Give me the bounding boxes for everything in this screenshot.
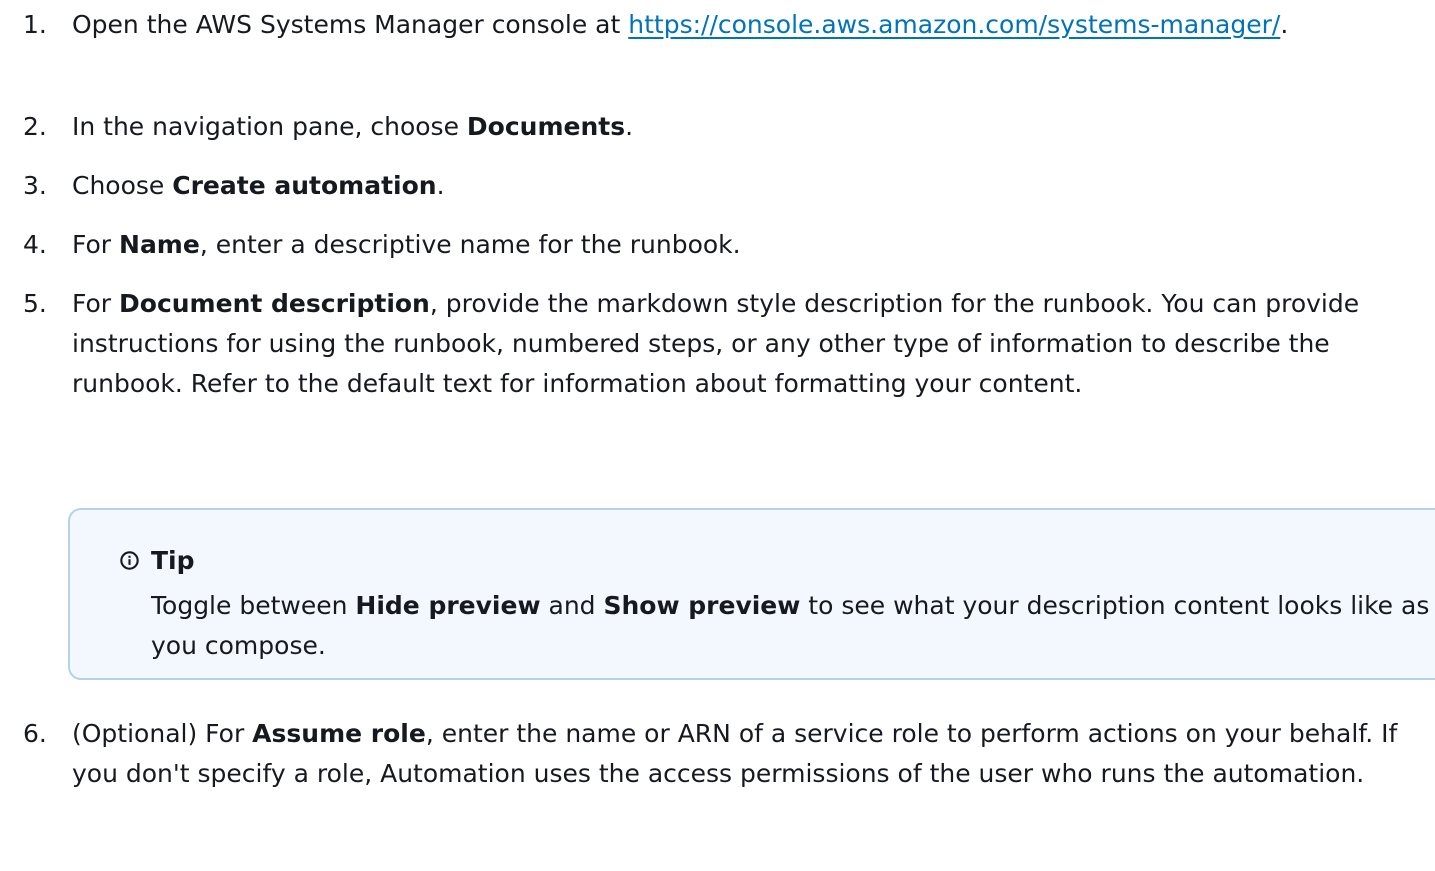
step-text: For Document description, provide the ma… [72,284,1417,404]
step-ui-term: Create automation [172,171,437,200]
procedure-steps: 1. Open the AWS Systems Manager console … [0,0,1435,871]
step-text-before: (Optional) For [72,719,253,748]
step-number: 1. [23,10,47,39]
step-text-after: . [625,112,634,141]
step-text: Open the AWS Systems Manager console at … [72,5,1417,45]
step-text-after: . [436,171,445,200]
step-number: 3. [23,171,47,200]
step-text-before: For [72,230,120,259]
step-text: For Name, enter a descriptive name for t… [72,225,1417,265]
step-ui-term: Assume role [252,719,426,748]
step-text-before: Choose [72,171,173,200]
console-link[interactable]: https://console.aws.amazon.com/systems-m… [628,10,1280,39]
step-number: 5. [23,289,47,318]
tip-title: Tip [151,546,195,575]
step-text: In the navigation pane, choose Documents… [72,107,1417,147]
tip-text: Toggle between Hide preview and Show pre… [151,586,1435,666]
tip-text-before: Toggle between [151,591,356,620]
step-text-before: In the navigation pane, choose [72,112,467,141]
tip-ui-term-hide-preview: Hide preview [355,591,541,620]
step-text-before: For [72,289,120,318]
step-number: 2. [23,112,47,141]
step-number: 4. [23,230,47,259]
step-text: Choose Create automation. [72,166,1417,206]
step-ui-term: Document description [119,289,430,318]
step-ui-term: Name [119,230,200,259]
step-text: (Optional) For Assume role, enter the na… [72,714,1417,794]
step-text-after: , enter a descriptive name for the runbo… [199,230,741,259]
tip-ui-term-show-preview: Show preview [603,591,801,620]
step-ui-term: Documents [466,112,626,141]
step-text-before: Open the AWS Systems Manager console at [72,10,629,39]
tip-text-middle: and [540,591,604,620]
tip-callout: Tip Toggle between Hide preview and Show… [68,508,1435,680]
info-icon [120,551,139,570]
step-number: 6. [23,719,47,748]
step-text-after: . [1280,10,1289,39]
